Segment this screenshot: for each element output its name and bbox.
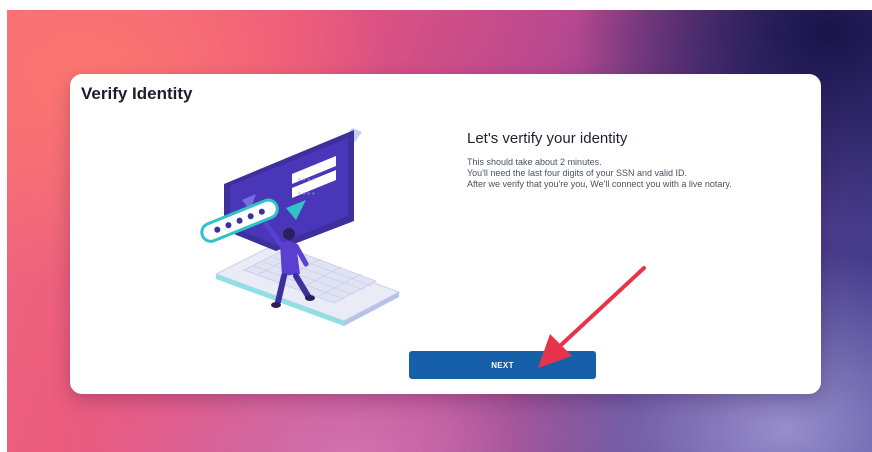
svg-text:* * * *: * * * * <box>298 192 315 199</box>
page-title: Verify Identity <box>81 84 193 103</box>
svg-text:* * * *: * * * * <box>298 178 315 185</box>
instruction-line: This should take about 2 minutes. <box>467 157 602 167</box>
instructions-text: This should take about 2 minutes. You'll… <box>467 157 807 190</box>
verify-identity-card: Verify Identity * * * * * * * * Let's ve… <box>70 74 821 394</box>
laptop-identity-illustration-icon: * * * * * * * * <box>200 128 401 326</box>
instruction-line: After we verify that you're you, We'll c… <box>467 179 732 189</box>
instruction-line: You'll need the last four digits of your… <box>467 168 688 178</box>
section-heading: Let's vertify your identity <box>467 130 628 147</box>
next-button[interactable]: NEXT <box>409 351 596 379</box>
